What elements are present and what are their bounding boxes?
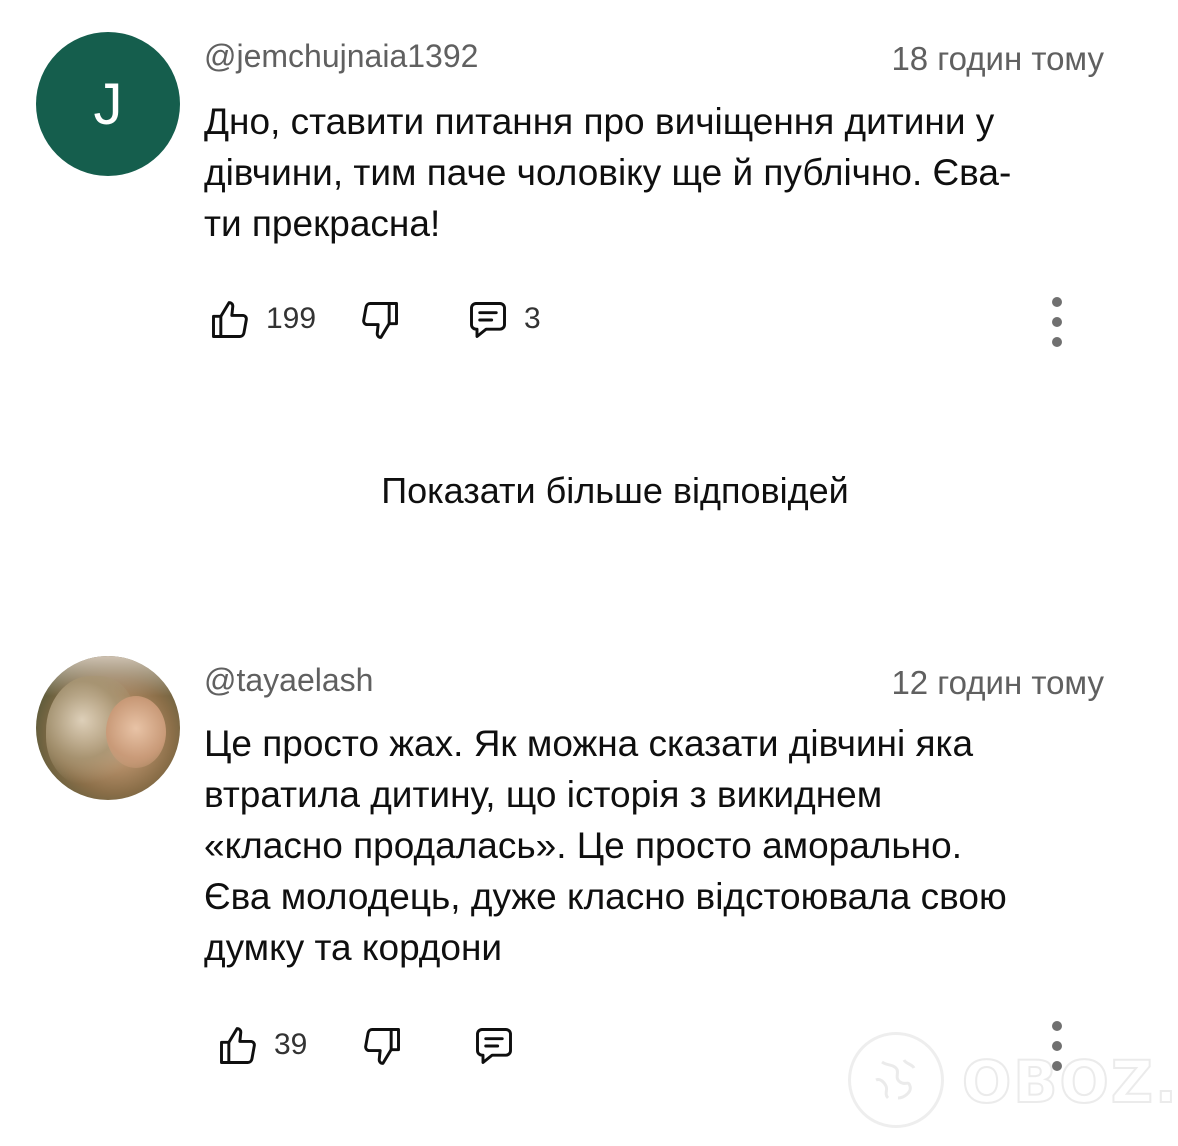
thumbs-up-icon[interactable] [208,298,252,342]
thumbs-down-icon[interactable] [360,1024,404,1068]
show-more-replies-button[interactable]: Показати більше відповідей [0,470,1178,512]
comment-username[interactable]: @jemchujnaia1392 [204,38,478,75]
comment-timestamp[interactable]: 18 годин тому [891,40,1104,78]
comment-text-line: дівчини, тим паче чоловіку ще й публічно… [204,152,1012,193]
avatar-letter: J [93,71,123,137]
watermark: OBOZ.UA [848,1028,1178,1132]
comment-actions: 199 3 [204,290,1104,350]
comment-icon[interactable] [472,1024,516,1068]
watermark-text: OBOZ.UA [961,1047,1178,1117]
comment-text: Це просто жах. Як можна сказати дівчині … [204,718,1124,973]
avatar[interactable] [36,656,180,800]
avatar-photo-face [106,696,166,768]
comment-username[interactable]: @tayaelash [204,662,373,699]
comment-text-line: Єва молодець, дуже класно відстоювала св… [204,876,1007,917]
avatar[interactable]: J [36,32,180,176]
more-vertical-icon[interactable] [1049,294,1065,350]
comment-text-line: «класно продалась». Це просто аморально. [204,825,962,866]
comment-text-line: втратила дитину, що історія з викиднем [204,774,883,815]
comment-text: Дно, ставити питання про вичіщення дитин… [204,96,1124,249]
comment-timestamp[interactable]: 12 годин тому [891,664,1104,702]
comment-icon[interactable] [466,298,510,342]
comment-text-line: думку та кордони [204,927,503,968]
like-count: 199 [266,302,317,335]
comment-text-line: ти прекрасна! [204,203,441,244]
thumbs-down-icon[interactable] [358,298,402,342]
globe-icon [875,1059,916,1100]
thumbs-up-icon[interactable] [216,1024,260,1068]
comment-text-line: Дно, ставити питання про вичіщення дитин… [204,101,995,142]
like-count: 39 [274,1028,308,1061]
reply-count: 3 [524,302,541,335]
comment-text-line: Це просто жах. Як можна сказати дівчині … [204,723,974,764]
